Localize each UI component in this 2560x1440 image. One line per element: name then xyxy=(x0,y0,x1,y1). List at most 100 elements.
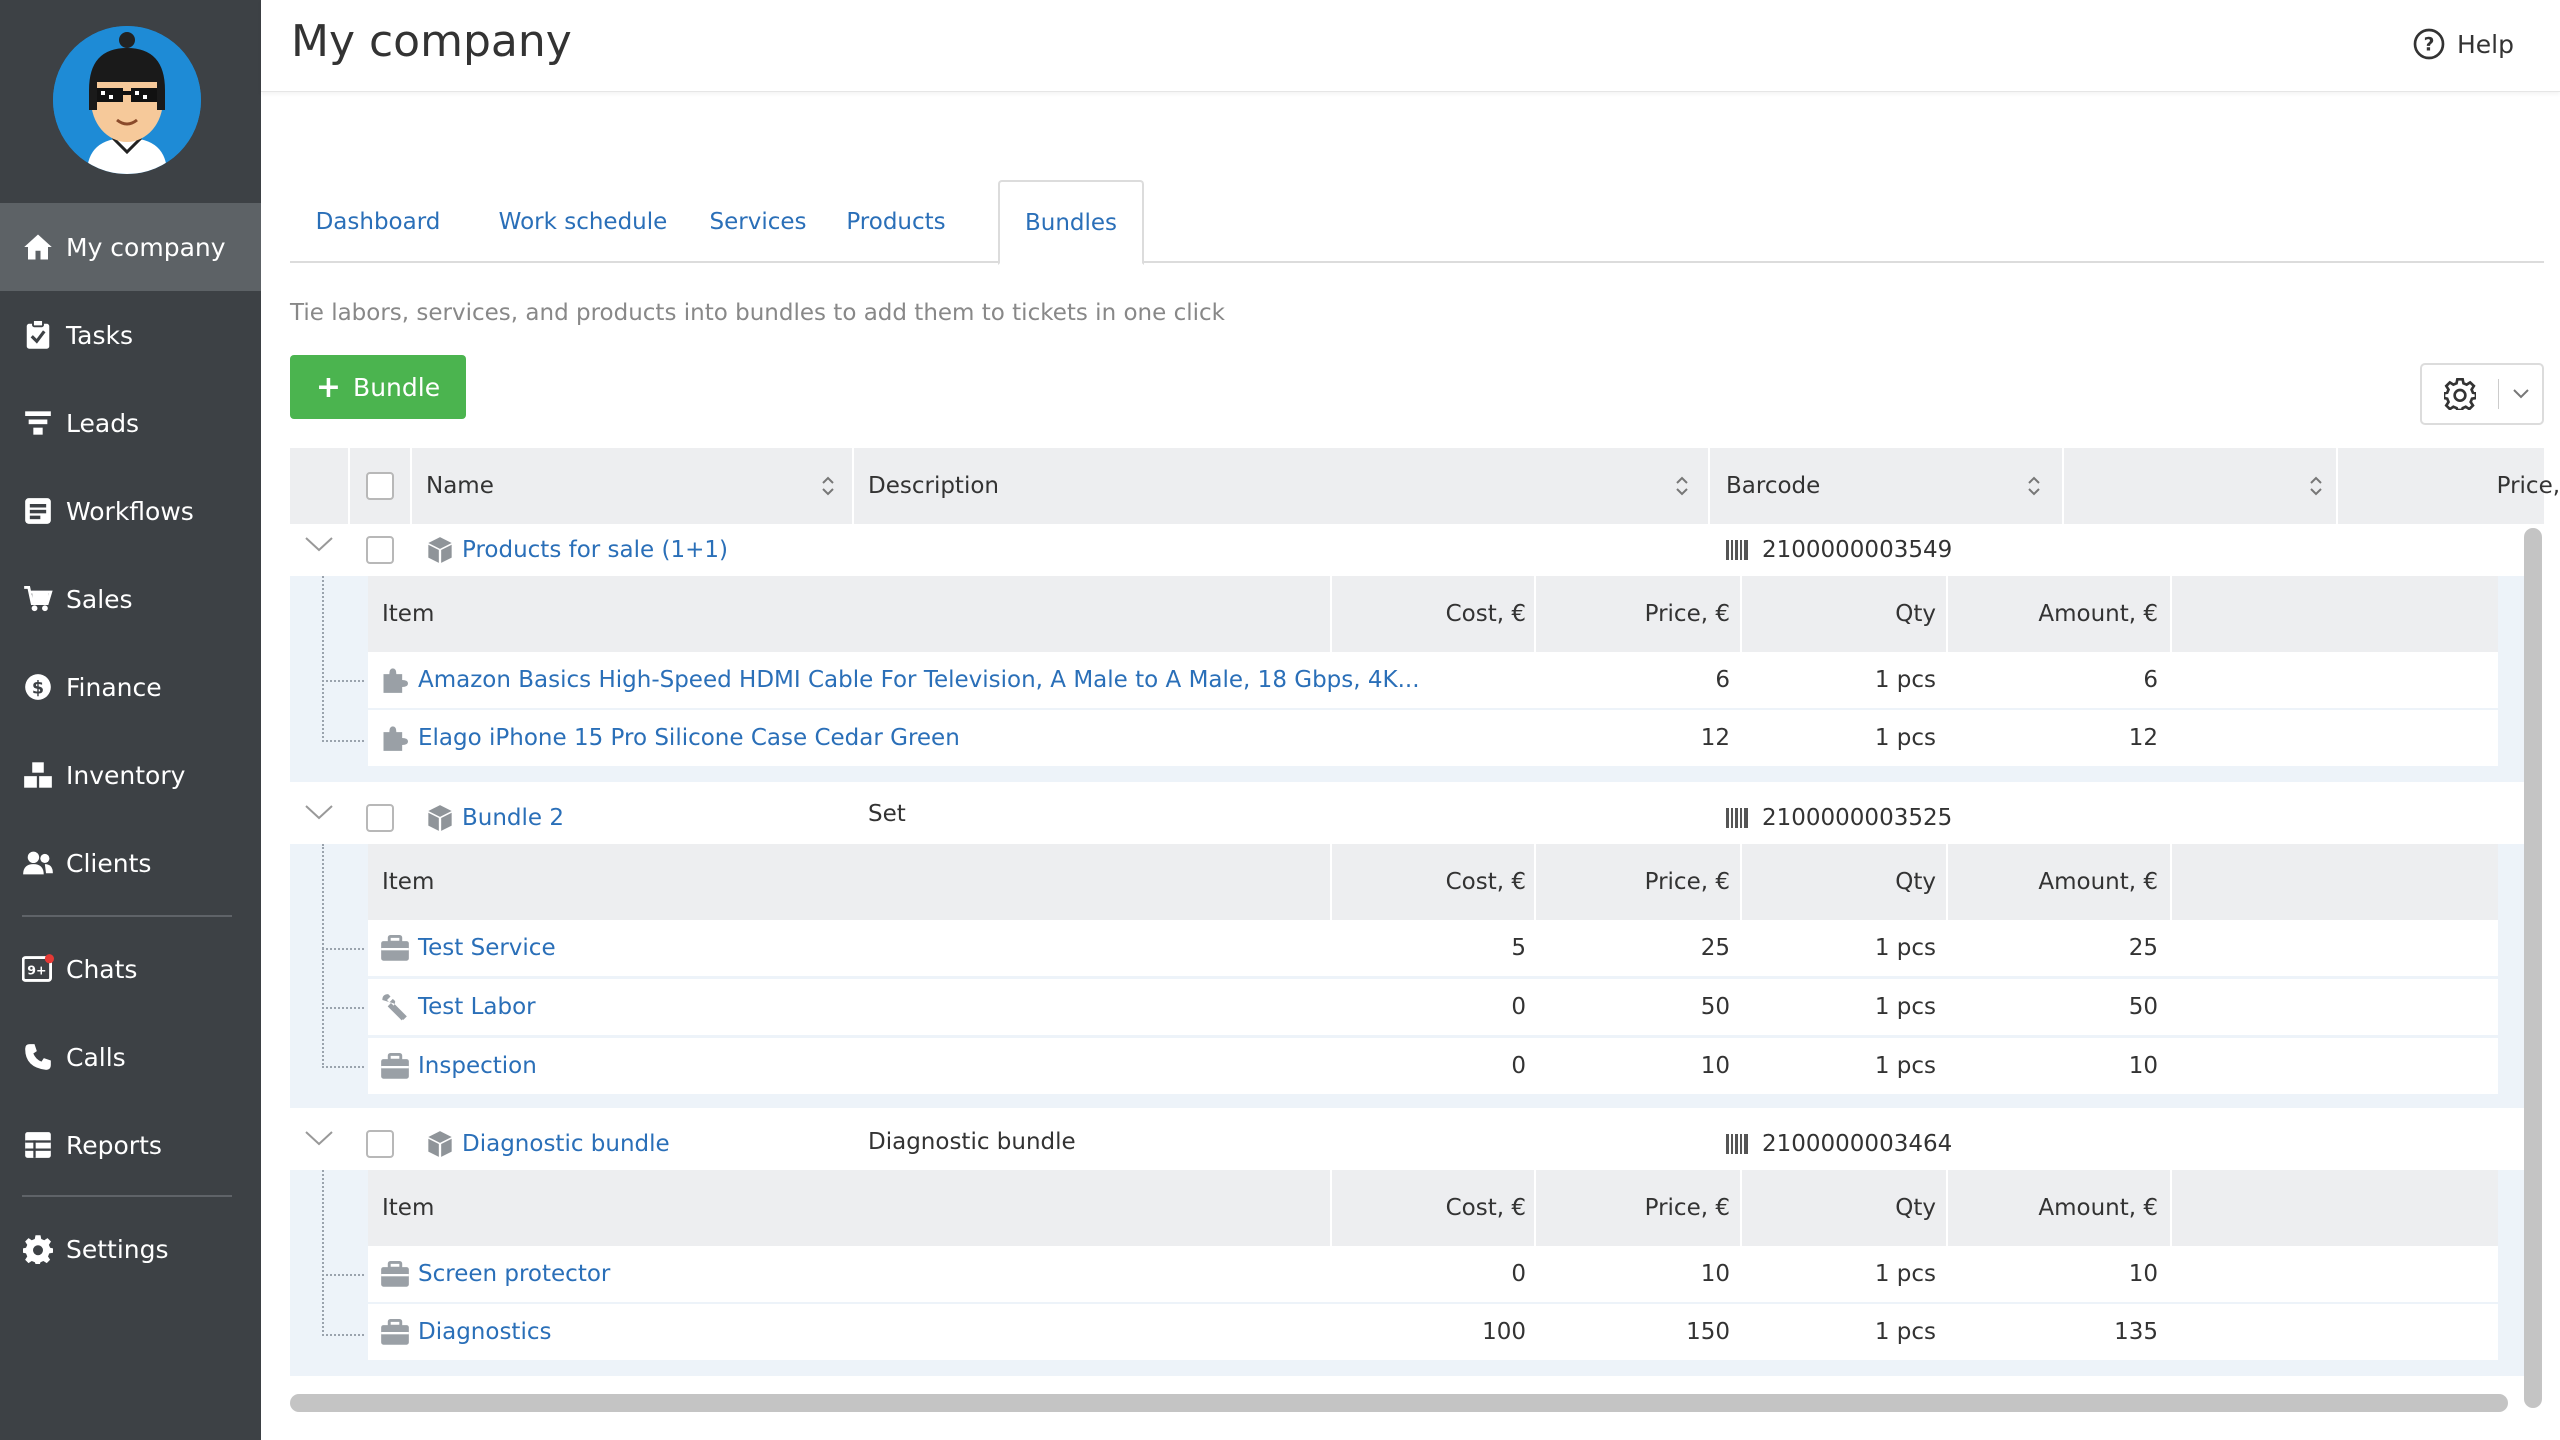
sidebar-item-inventory[interactable]: Inventory xyxy=(0,731,261,819)
item-price: 50 xyxy=(1700,994,1730,1020)
sidebar-item-tasks[interactable]: Tasks xyxy=(0,291,261,379)
item-price: 150 xyxy=(1686,1319,1730,1345)
chevron-down-icon[interactable] xyxy=(304,802,334,826)
items-header: Item Cost, € Price, € Qty Amount, € xyxy=(368,1170,2498,1246)
sidebar-item-label: Reports xyxy=(66,1130,162,1160)
bundle-row[interactable]: Bundle 2 Set 2100000003525 85 xyxy=(290,792,2534,844)
item-qty: 1 pcs xyxy=(1874,725,1936,751)
workflow-icon xyxy=(22,495,54,527)
row-checkbox[interactable] xyxy=(366,1130,394,1158)
item-price: 10 xyxy=(1700,1053,1730,1079)
chevron-down-icon[interactable] xyxy=(304,534,334,558)
bundle-description: Set xyxy=(868,801,906,827)
plus-icon: + xyxy=(315,369,342,405)
items-col-qty: Qty xyxy=(1895,1195,1936,1221)
sidebar-item-leads[interactable]: Leads xyxy=(0,379,261,467)
sidebar-item-chats[interactable]: 9+ Chats xyxy=(0,925,261,1013)
tree-line xyxy=(322,1066,364,1068)
tab-services[interactable]: Services xyxy=(690,180,826,263)
item-cost: 0 xyxy=(1511,1261,1526,1287)
sidebar-item-calls[interactable]: Calls xyxy=(0,1013,261,1101)
vertical-scrollbar[interactable] xyxy=(2524,528,2542,1408)
bundle-name[interactable]: Products for sale (1+1) xyxy=(462,524,728,576)
bundle-name[interactable]: Bundle 2 xyxy=(462,792,564,844)
phone-icon xyxy=(22,1041,54,1073)
select-all-checkbox[interactable] xyxy=(366,472,394,500)
bundle-name[interactable]: Diagnostic bundle xyxy=(462,1118,670,1170)
item-name[interactable]: Test Labor xyxy=(418,979,536,1035)
item-name[interactable]: Elago iPhone 15 Pro Silicone Case Cedar … xyxy=(418,710,960,766)
column-divider xyxy=(2170,844,2172,920)
item-amount: 10 xyxy=(2128,1261,2158,1287)
item-name[interactable]: Amazon Basics High-Speed HDMI Cable For … xyxy=(418,652,1420,708)
add-bundle-button[interactable]: + Bundle xyxy=(290,355,466,419)
svg-text:9+: 9+ xyxy=(27,963,46,978)
column-barcode[interactable]: Barcode xyxy=(1726,448,1820,524)
svg-text:$: $ xyxy=(32,678,44,698)
sidebar-item-clients[interactable]: Clients xyxy=(0,819,261,907)
sidebar-item-my-company[interactable]: My company xyxy=(0,203,261,291)
tree-line xyxy=(322,844,324,1068)
tree-line xyxy=(322,576,324,742)
sidebar-item-label: Finance xyxy=(66,672,162,702)
bundle-item-row[interactable]: Amazon Basics High-Speed HDMI Cable For … xyxy=(368,652,2498,708)
horizontal-scrollbar[interactable] xyxy=(290,1394,2508,1412)
table-settings-dropdown[interactable] xyxy=(2420,363,2544,425)
row-checkbox[interactable] xyxy=(366,536,394,564)
bundle-item-row[interactable]: Inspection 0 10 1 pcs 10 xyxy=(368,1038,2498,1094)
items-col-qty: Qty xyxy=(1895,601,1936,627)
briefcase-icon xyxy=(380,1260,410,1292)
help-label: Help xyxy=(2457,29,2514,59)
tab-dashboard[interactable]: Dashboard xyxy=(290,180,466,263)
tab-bundles[interactable]: Bundles xyxy=(998,180,1144,265)
page-header: My company ? Help xyxy=(261,0,2560,92)
bundle-item-row[interactable]: Elago iPhone 15 Pro Silicone Case Cedar … xyxy=(368,710,2498,766)
sort-icon[interactable] xyxy=(1674,474,1690,502)
help-link[interactable]: ? Help xyxy=(2413,28,2514,60)
tree-line xyxy=(322,680,364,682)
tab-work-schedule[interactable]: Work schedule xyxy=(476,180,690,263)
tree-line xyxy=(322,948,364,950)
gear-icon xyxy=(22,1233,54,1265)
users-icon xyxy=(22,847,54,879)
sidebar-item-sales[interactable]: Sales xyxy=(0,555,261,643)
column-divider xyxy=(852,448,854,524)
tree-line xyxy=(322,1007,364,1009)
user-avatar[interactable] xyxy=(53,26,201,174)
sort-icon[interactable] xyxy=(820,474,836,502)
sidebar-item-label: My company xyxy=(66,232,226,262)
items-col-cost: Cost, € xyxy=(1445,869,1526,895)
page-hint: Tie labors, services, and products into … xyxy=(290,300,1225,326)
bundle-item-row[interactable]: Test Service 5 25 1 pcs 25 xyxy=(368,920,2498,976)
sidebar-item-reports[interactable]: Reports xyxy=(0,1101,261,1189)
wrench-icon xyxy=(380,993,408,1025)
item-name[interactable]: Diagnostics xyxy=(418,1304,551,1360)
bundle-row[interactable]: Products for sale (1+1) 2100000003549 18 xyxy=(290,524,2534,576)
tab-products[interactable]: Products xyxy=(826,180,966,263)
sort-icon[interactable] xyxy=(2026,474,2042,502)
sidebar-item-label: Settings xyxy=(66,1234,169,1264)
home-icon xyxy=(22,231,54,263)
bundle-row[interactable]: Diagnostic bundle Diagnostic bundle 2100… xyxy=(290,1118,2534,1170)
item-name[interactable]: Inspection xyxy=(418,1038,537,1094)
bundle-item-row[interactable]: Diagnostics 100 150 1 pcs 135 xyxy=(368,1304,2498,1360)
chevron-down-icon[interactable] xyxy=(304,1128,334,1152)
sidebar-item-finance[interactable]: $ Finance xyxy=(0,643,261,731)
sidebar-item-workflows[interactable]: Workflows xyxy=(0,467,261,555)
column-name[interactable]: Name xyxy=(426,448,494,524)
bundle-item-row[interactable]: Screen protector 0 10 1 pcs 10 xyxy=(368,1246,2498,1302)
sidebar: My company Tasks Leads Workflows Sales $… xyxy=(0,0,261,1440)
boxes-icon xyxy=(22,759,54,791)
item-name[interactable]: Test Service xyxy=(418,920,556,976)
item-qty: 1 pcs xyxy=(1874,1319,1936,1345)
item-name[interactable]: Screen protector xyxy=(418,1246,610,1302)
item-cost xyxy=(1330,652,1526,708)
items-col-price: Price, € xyxy=(1644,869,1730,895)
sidebar-item-settings[interactable]: Settings xyxy=(0,1205,261,1293)
bundle-item-row[interactable]: Test Labor 0 50 1 pcs 50 xyxy=(368,979,2498,1035)
sort-icon[interactable] xyxy=(2308,474,2324,502)
row-checkbox[interactable] xyxy=(366,804,394,832)
cart-icon xyxy=(22,583,54,615)
item-qty: 1 pcs xyxy=(1874,1053,1936,1079)
bundle-icon xyxy=(426,804,454,836)
